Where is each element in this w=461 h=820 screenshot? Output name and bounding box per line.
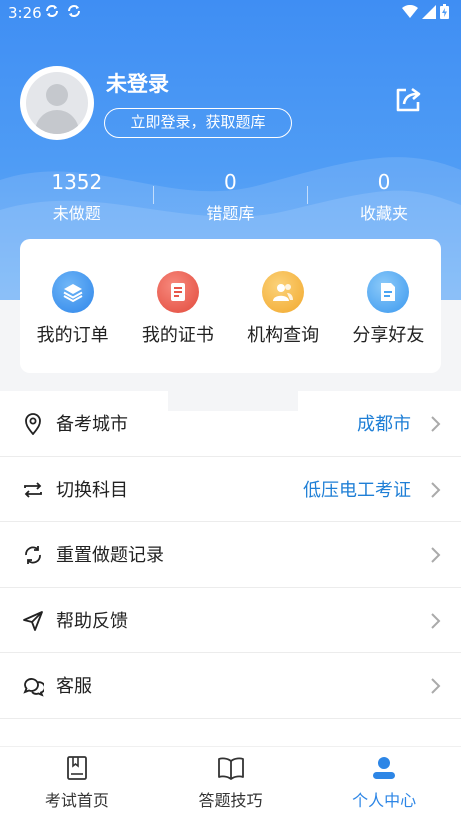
bottom-tab-bar: 考试首页 答题技巧 个人中心 xyxy=(0,746,461,820)
switch-icon xyxy=(24,481,42,498)
chevron-right-icon xyxy=(431,416,441,432)
tab-label: 考试首页 xyxy=(44,791,109,810)
stat-value: 0 xyxy=(224,170,237,194)
book-icon xyxy=(66,756,87,780)
tab-label: 答题技巧 xyxy=(198,791,263,810)
quick-action-orders[interactable]: 我的订单 xyxy=(23,271,123,373)
open-book-icon xyxy=(217,757,244,780)
quick-action-institutions[interactable]: 机构查询 xyxy=(233,271,333,373)
stat-favorites[interactable]: 0 收藏夹 xyxy=(307,168,461,230)
tab-label: 个人中心 xyxy=(352,791,417,810)
sync-icon xyxy=(44,3,60,23)
chat-icon xyxy=(23,678,44,697)
card-notch xyxy=(168,383,298,411)
stat-wrong-questions[interactable]: 0 错题库 xyxy=(154,168,308,230)
quick-action-share[interactable]: 分享好友 xyxy=(338,271,438,373)
menu-item-customer-service[interactable]: 客服 xyxy=(0,653,461,719)
menu-item-switch-subject[interactable]: 切换科目 低压电工考证 xyxy=(0,457,461,522)
menu-item-help-feedback[interactable]: 帮助反馈 xyxy=(0,588,461,653)
reset-icon xyxy=(25,546,41,564)
stat-value: 1352 xyxy=(51,170,103,194)
system-icons xyxy=(402,4,449,19)
tab-exam-home[interactable]: 考试首页 xyxy=(0,747,154,820)
stat-label: 未做题 xyxy=(52,204,101,223)
quick-action-label: 机构查询 xyxy=(247,325,320,346)
menu-item-label: 备考城市 xyxy=(56,414,128,436)
quick-action-label: 我的证书 xyxy=(141,325,214,346)
quick-action-certificates[interactable]: 我的证书 xyxy=(128,271,228,373)
avatar-placeholder-icon xyxy=(26,72,88,134)
signal-icon xyxy=(422,4,436,19)
menu-item-reset-records[interactable]: 重置做题记录 xyxy=(0,522,461,588)
battery-icon xyxy=(440,4,449,19)
divider xyxy=(307,186,308,204)
stat-label: 错题库 xyxy=(206,204,255,223)
tab-answer-tips[interactable]: 答题技巧 xyxy=(154,747,308,820)
chevron-right-icon xyxy=(431,678,441,694)
chevron-right-icon xyxy=(431,547,441,563)
menu-item-label: 切换科目 xyxy=(56,479,128,501)
stat-unanswered[interactable]: 1352 未做题 xyxy=(0,168,154,230)
status-bar: 3:26 xyxy=(0,0,461,26)
quick-action-label: 我的订单 xyxy=(36,325,109,346)
chevron-right-icon xyxy=(431,481,441,498)
share-doc-icon xyxy=(367,271,410,313)
share-icon[interactable] xyxy=(392,84,424,116)
divider xyxy=(153,186,154,204)
person-icon xyxy=(373,757,396,779)
sync-icon xyxy=(66,3,82,23)
user-name: 未登录 xyxy=(106,72,169,96)
stat-value: 0 xyxy=(377,170,391,194)
tab-personal-center[interactable]: 个人中心 xyxy=(307,747,461,820)
menu-item-label: 帮助反馈 xyxy=(56,610,128,632)
login-button[interactable]: 立即登录，获取题库 xyxy=(104,108,292,138)
wifi-icon xyxy=(402,4,418,18)
certificate-icon xyxy=(156,271,199,313)
send-icon xyxy=(23,610,43,631)
quick-action-label: 分享好友 xyxy=(352,325,425,346)
menu-item-value: 低压电工考证 xyxy=(303,479,411,501)
layers-icon xyxy=(51,271,94,313)
menu-item-value: 成都市 xyxy=(357,414,411,436)
institution-icon xyxy=(262,271,305,313)
location-icon xyxy=(25,413,41,435)
avatar[interactable] xyxy=(20,66,94,140)
menu-item-label: 客服 xyxy=(56,676,92,698)
status-time: 3:26 xyxy=(8,4,42,22)
stat-label: 收藏夹 xyxy=(359,204,408,223)
settings-list: 备考城市 成都市 切换科目 低压电工考证 重置做题记录 帮助反馈 客服 xyxy=(0,391,461,746)
quick-actions-card: 我的订单 我的证书 机构查询 分享好友 xyxy=(20,239,441,373)
stats-bar: 1352 未做题 0 错题库 0 收藏夹 xyxy=(0,168,461,230)
menu-item-label: 重置做题记录 xyxy=(56,545,164,567)
chevron-right-icon xyxy=(431,612,441,629)
